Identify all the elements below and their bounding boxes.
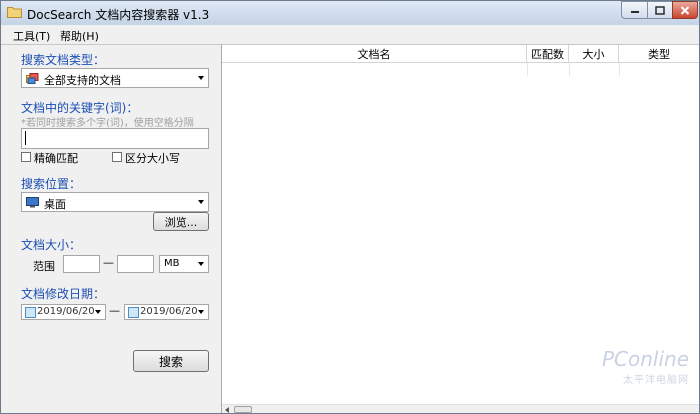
- date-to-value: 2019/06/20: [140, 306, 198, 317]
- size-dash: —: [103, 256, 114, 269]
- minimize-icon: [630, 11, 639, 13]
- column-header-type[interactable]: 类型: [619, 45, 699, 62]
- location-title: 搜索位置：: [21, 177, 82, 191]
- main-window: DocSearch 文档内容搜索器 v1.3 工具(T) 帮助(H) 搜索文档类…: [0, 0, 700, 414]
- size-min-input[interactable]: [63, 255, 100, 273]
- date-from-value: 2019/06/20: [37, 306, 95, 317]
- desktop-icon: [26, 197, 39, 208]
- chevron-down-icon: [198, 200, 204, 204]
- date-title: 文档修改日期：: [21, 287, 106, 301]
- column-header-size[interactable]: 大小: [569, 45, 619, 62]
- column-divider: [619, 63, 620, 76]
- scroll-thumb[interactable]: [234, 406, 252, 413]
- calendar-icon: [25, 307, 36, 318]
- scroll-left-icon[interactable]: [225, 407, 229, 413]
- size-range-label: 范围: [33, 260, 55, 273]
- search-type-value: 全部支持的文档: [44, 74, 121, 87]
- results-header: 文档名 匹配数 大小 类型: [222, 45, 699, 63]
- menu-bar: 工具(T) 帮助(H): [1, 25, 699, 45]
- case-sensitive-label: 区分大小写: [125, 152, 180, 165]
- location-dropdown[interactable]: 桌面: [21, 192, 209, 212]
- keyword-input[interactable]: [21, 128, 209, 149]
- folder-icon: [7, 7, 22, 18]
- maximize-button[interactable]: [647, 1, 672, 19]
- close-icon: [680, 5, 690, 15]
- case-sensitive-checkbox[interactable]: [112, 152, 122, 162]
- size-title: 文档大小：: [21, 238, 82, 252]
- size-unit-value: MB: [164, 258, 180, 269]
- watermark-sub: 太平洋电脑网: [623, 375, 689, 386]
- exact-match-label: 精确匹配: [34, 152, 78, 165]
- date-dash: —: [109, 304, 120, 317]
- date-from-picker[interactable]: 2019/06/20: [21, 304, 106, 320]
- search-type-dropdown[interactable]: 全部支持的文档: [21, 68, 209, 88]
- chevron-down-icon: [198, 76, 204, 80]
- chevron-down-icon: [95, 310, 101, 314]
- menu-tools[interactable]: 工具(T): [13, 28, 50, 44]
- exact-match-checkbox[interactable]: [21, 152, 31, 162]
- title-bar[interactable]: DocSearch 文档内容搜索器 v1.3: [1, 1, 699, 25]
- empty-row-guide: [222, 63, 699, 76]
- minimize-button[interactable]: [621, 1, 647, 19]
- calendar-icon: [128, 307, 139, 318]
- chevron-down-icon: [198, 310, 204, 314]
- horizontal-scrollbar[interactable]: [222, 404, 699, 413]
- documents-icon: [26, 73, 39, 84]
- size-max-input[interactable]: [117, 255, 154, 273]
- watermark-logo: PConline 太平洋电脑网: [577, 347, 697, 387]
- close-button[interactable]: [672, 1, 698, 19]
- column-divider: [527, 63, 528, 76]
- results-list[interactable]: 文档名 匹配数 大小 类型 PConline 太平洋电脑网: [222, 45, 699, 413]
- chevron-down-icon: [198, 262, 204, 266]
- maximize-icon: [655, 5, 665, 15]
- column-header-name[interactable]: 文档名: [222, 45, 527, 62]
- keyword-hint: *若同时搜索多个字(词)，使用空格分隔: [21, 118, 194, 129]
- column-divider: [569, 63, 570, 76]
- column-header-matches[interactable]: 匹配数: [527, 45, 569, 62]
- size-unit-dropdown[interactable]: MB: [159, 255, 209, 273]
- text-caret: [25, 131, 26, 145]
- search-options-panel: 搜索文档类型： 全部支持的文档 文档中的关键字(词)： *若同时搜索多个字(词)…: [1, 45, 222, 413]
- search-type-title: 搜索文档类型：: [21, 53, 106, 67]
- menu-help[interactable]: 帮助(H): [60, 28, 99, 44]
- watermark-brand: PConline: [601, 347, 689, 371]
- location-value: 桌面: [44, 198, 66, 211]
- browse-button[interactable]: 浏览...: [153, 212, 209, 231]
- date-to-picker[interactable]: 2019/06/20: [124, 304, 209, 320]
- search-button[interactable]: 搜索: [133, 350, 209, 372]
- window-title: DocSearch 文档内容搜索器 v1.3: [27, 8, 210, 22]
